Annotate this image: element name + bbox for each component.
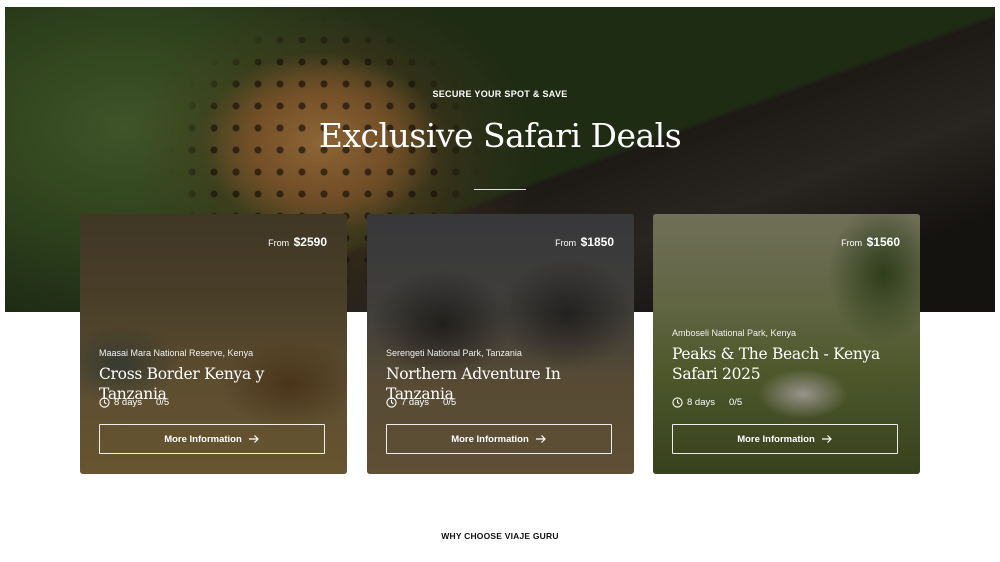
deal-meta: 8 days 0/5 — [672, 397, 742, 408]
arrow-right-icon — [821, 435, 832, 443]
deal-meta: 7 days 0/5 — [386, 397, 456, 408]
deal-card[interactable]: From $2590 Maasai Mara National Reserve,… — [80, 214, 347, 474]
deal-price: From $1560 — [841, 235, 900, 249]
clock-icon — [99, 397, 110, 408]
button-label: More Information — [451, 433, 529, 445]
hero-eyebrow: SECURE YOUR SPOT & SAVE — [432, 89, 568, 99]
hero-title: Exclusive Safari Deals — [318, 116, 682, 155]
more-information-button[interactable]: More Information — [672, 424, 898, 454]
price-prefix: From — [841, 238, 863, 248]
deal-duration: 8 days — [114, 397, 142, 408]
deal-rating: 0/5 — [156, 397, 170, 408]
deal-price: From $1850 — [555, 235, 614, 249]
deal-title[interactable]: Peaks & The Beach - Kenya Safari 2025 — [672, 344, 904, 384]
deal-card[interactable]: From $1560 Amboseli National Park, Kenya… — [653, 214, 920, 474]
deal-duration: 8 days — [687, 397, 715, 408]
clock-icon — [386, 397, 397, 408]
deal-meta: 8 days 0/5 — [99, 397, 169, 408]
button-label: More Information — [164, 433, 242, 445]
hero-divider — [474, 189, 526, 190]
price-amount: $2590 — [293, 235, 327, 249]
deal-rating: 0/5 — [729, 397, 743, 408]
more-information-button[interactable]: More Information — [386, 424, 612, 454]
arrow-right-icon — [248, 435, 259, 443]
deal-location: Maasai Mara National Reserve, Kenya — [99, 348, 254, 358]
clock-icon — [672, 397, 683, 408]
deal-location: Serengeti National Park, Tanzania — [386, 348, 522, 358]
price-prefix: From — [555, 238, 577, 248]
deal-card[interactable]: From $1850 Serengeti National Park, Tanz… — [367, 214, 634, 474]
price-prefix: From — [268, 238, 290, 248]
section-heading: WHY CHOOSE VIAJE GURU — [441, 531, 559, 541]
arrow-right-icon — [535, 435, 546, 443]
deal-duration: 7 days — [401, 397, 429, 408]
deal-location: Amboseli National Park, Kenya — [672, 328, 797, 338]
price-amount: $1560 — [866, 235, 900, 249]
deal-price: From $2590 — [268, 235, 327, 249]
button-label: More Information — [737, 433, 815, 445]
more-information-button[interactable]: More Information — [99, 424, 325, 454]
deal-rating: 0/5 — [443, 397, 457, 408]
price-amount: $1850 — [580, 235, 614, 249]
